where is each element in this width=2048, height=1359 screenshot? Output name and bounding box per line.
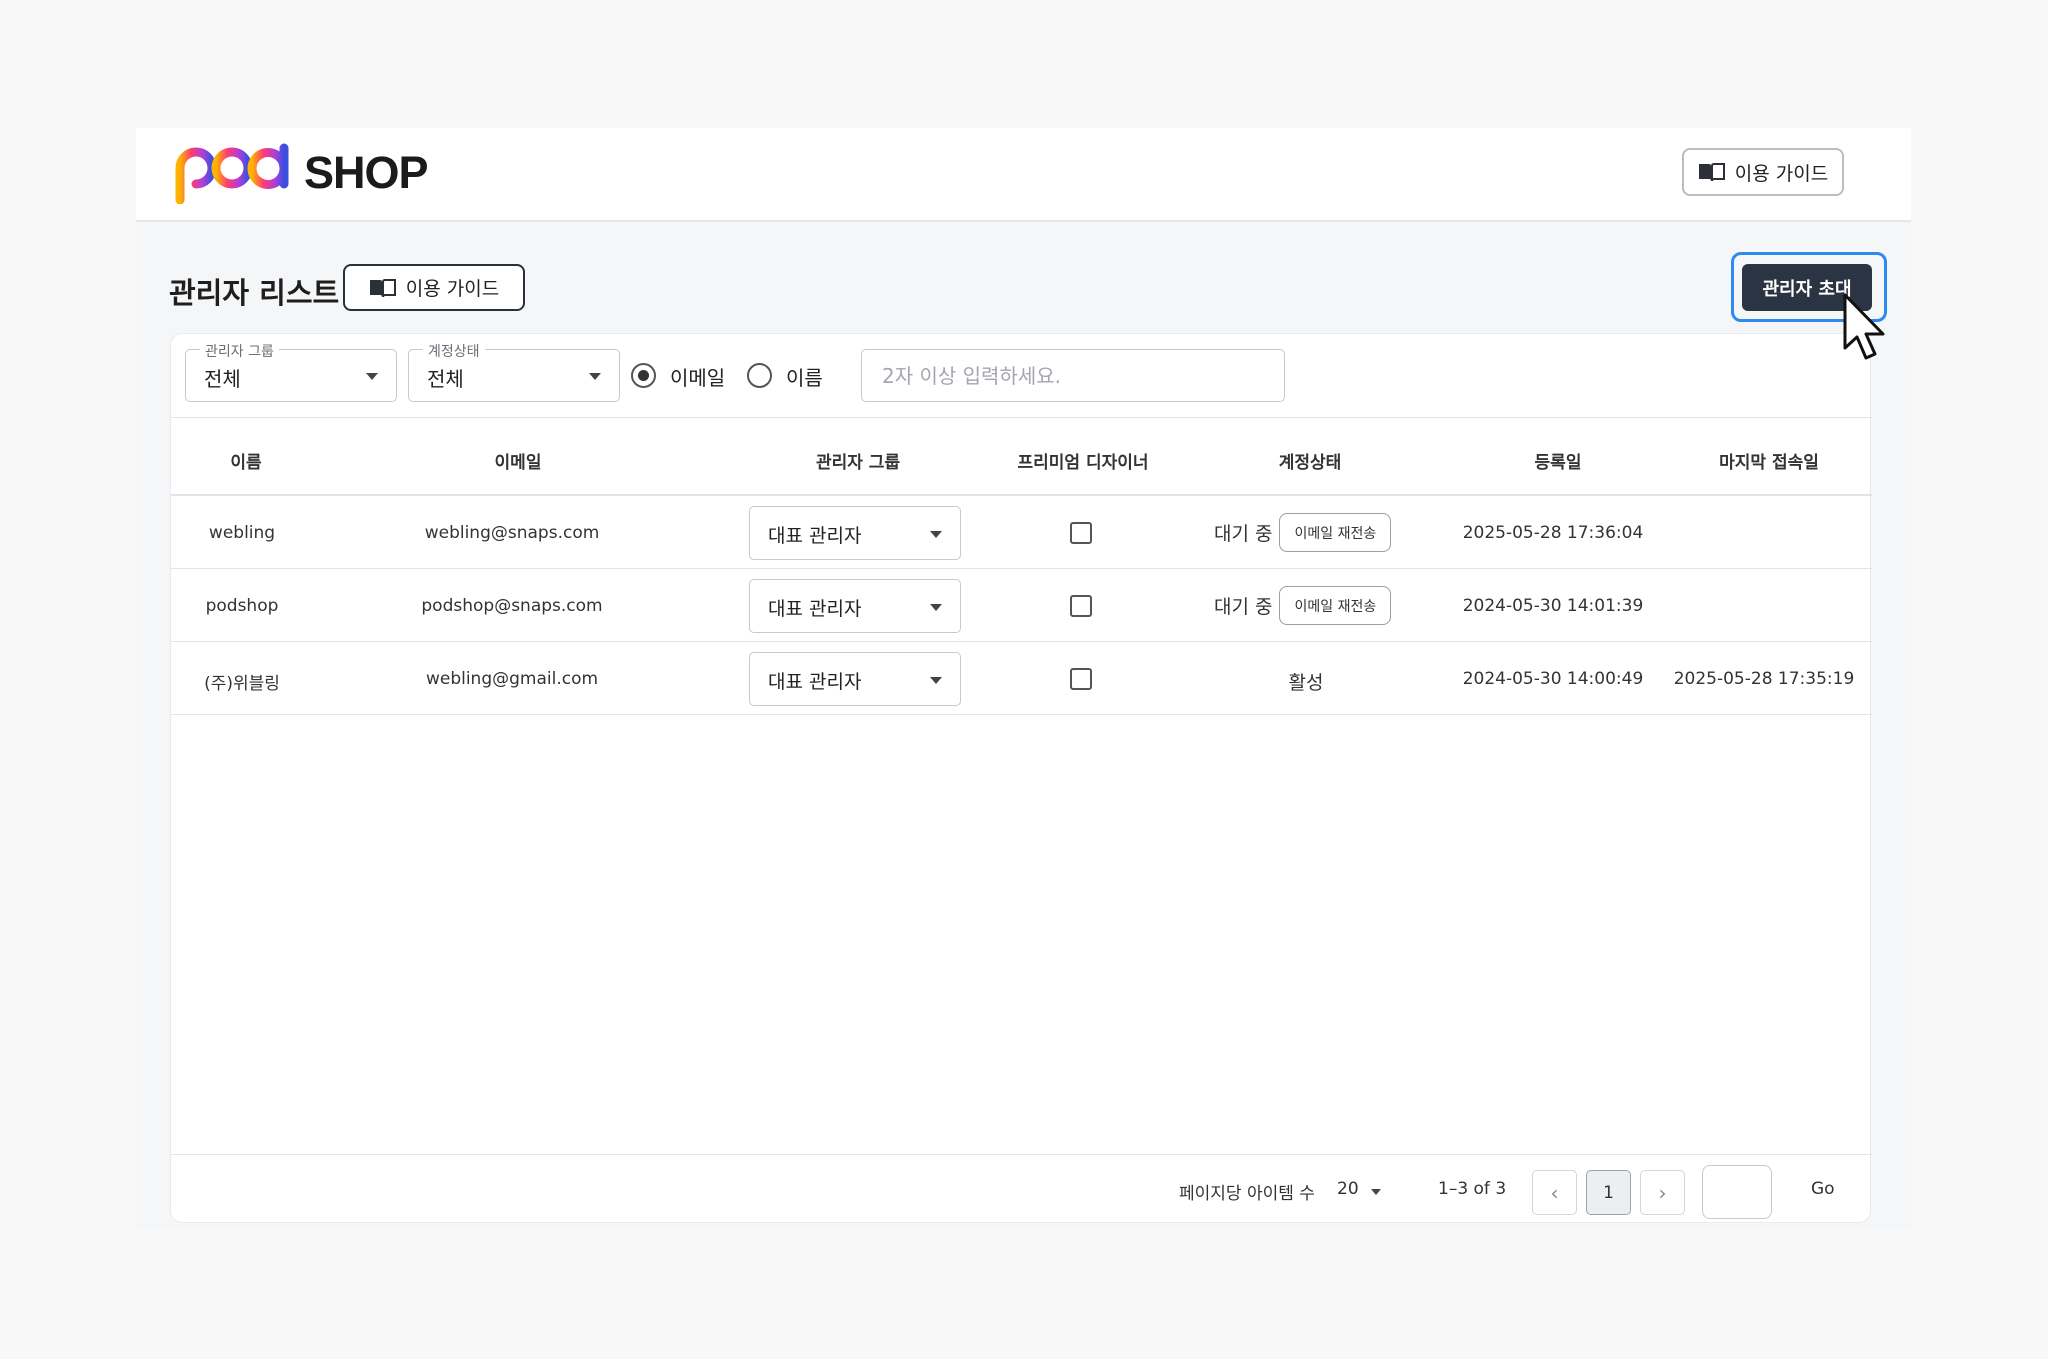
mouse-pointer-icon [1843, 293, 1885, 360]
search-input[interactable] [861, 349, 1285, 402]
radio-email-label: 이메일 [670, 366, 726, 390]
radio-email[interactable] [631, 363, 656, 388]
chevron-right-icon: › [1658, 1180, 1667, 1205]
cell-email: webling@gmail.com [425, 669, 599, 689]
group-filter-legend: 관리자 그룹 [200, 341, 279, 361]
page-jump-input[interactable] [1702, 1165, 1772, 1219]
cell-last-login: 2025-05-28 17:35:19 [1673, 669, 1855, 689]
column-header-registered[interactable]: 등록일 [1535, 448, 1582, 473]
prev-page-button[interactable]: ‹ [1532, 1170, 1577, 1215]
resend-email-button[interactable]: 이메일 재전송 [1279, 586, 1392, 625]
cell-status: 대기 중 이메일 재전송 [1214, 586, 1392, 625]
cell-name: webling [208, 523, 276, 543]
column-header-group[interactable]: 관리자 그룹 [816, 448, 900, 473]
title-guide-button[interactable]: 이용 가이드 [343, 264, 525, 311]
chevron-down-icon [930, 531, 942, 538]
cell-group-select[interactable]: 대표 관리자 [749, 652, 961, 706]
per-page-select[interactable]: 20 [1331, 1169, 1391, 1213]
table-row[interactable]: podshop podshop@snaps.com 대표 관리자 대기 중 이메… [171, 569, 1872, 642]
cell-registered: 2024-05-30 14:01:39 [1462, 596, 1644, 616]
premium-checkbox[interactable] [1070, 595, 1092, 617]
per-page-value: 20 [1337, 1179, 1359, 1199]
header-guide-label: 이용 가이드 [1734, 162, 1829, 185]
header: SHOP 이용 가이드 [136, 128, 1911, 222]
cell-registered: 2025-05-28 17:36:04 [1462, 523, 1644, 543]
cell-status: 대기 중 이메일 재전송 [1214, 513, 1392, 552]
filter-bar: 관리자 그룹 전체 계정상태 전체 이메일 이름 [171, 334, 1872, 418]
page-title: 관리자 리스트 [169, 276, 340, 310]
chevron-down-icon [1371, 1189, 1381, 1195]
status-text: 활성 [1288, 672, 1324, 694]
table-row[interactable]: webling webling@snaps.com 대표 관리자 대기 중 이메… [171, 496, 1872, 569]
podshop-logo[interactable]: SHOP [172, 142, 429, 204]
cell-name: (주)위블링 [204, 674, 280, 694]
per-page-label: 페이지당 아이템 수 [1179, 1184, 1315, 1204]
pagination-bar: 페이지당 아이템 수 20 1–3 of 3 ‹ 1 › Go [171, 1154, 1872, 1224]
logo-shop-text: SHOP [304, 147, 429, 198]
status-filter-select[interactable]: 계정상태 전체 [408, 341, 620, 402]
chevron-down-icon [366, 373, 378, 380]
status-text: 대기 중 [1214, 596, 1273, 618]
app-window: SHOP 이용 가이드 관리자 리스트 이용 가이드 관리자 초대 관리자 그룹… [136, 128, 1911, 1229]
table-header: 이름 이메일 관리자 그룹 프리미엄 디자이너 계정상태 등록일 마지막 접속일 [171, 418, 1872, 496]
book-icon [1698, 163, 1725, 182]
cell-group-select[interactable]: 대표 관리자 [749, 579, 961, 633]
radio-name-label: 이름 [786, 366, 823, 390]
group-filter-value: 전체 [204, 367, 241, 391]
column-header-last-login[interactable]: 마지막 접속일 [1719, 448, 1819, 473]
table-row[interactable]: (주)위블링 webling@gmail.com 대표 관리자 활성 2024-… [171, 642, 1872, 715]
cell-registered: 2024-05-30 14:00:49 [1462, 669, 1644, 689]
cell-email: podshop@snaps.com [421, 596, 603, 616]
column-header-email[interactable]: 이메일 [495, 448, 542, 473]
column-header-name[interactable]: 이름 [230, 448, 261, 473]
admin-list-card: 관리자 그룹 전체 계정상태 전체 이메일 이름 이름 이메일 관리자 그룹 프… [170, 333, 1872, 1224]
cell-group-value: 대표 관리자 [768, 598, 862, 620]
chevron-down-icon [589, 373, 601, 380]
next-page-button[interactable]: › [1640, 1170, 1685, 1215]
chevron-left-icon: ‹ [1550, 1180, 1559, 1205]
radio-name[interactable] [747, 363, 772, 388]
pod-logo-mark [175, 143, 289, 204]
chevron-down-icon [930, 677, 942, 684]
status-text: 대기 중 [1214, 523, 1273, 545]
page-number-button[interactable]: 1 [1586, 1170, 1631, 1215]
cell-group-select[interactable]: 대표 관리자 [749, 506, 961, 560]
premium-checkbox[interactable] [1070, 668, 1092, 690]
page-range: 1–3 of 3 [1438, 1179, 1507, 1199]
cell-name: podshop [205, 596, 279, 616]
cell-group-value: 대표 관리자 [768, 671, 862, 693]
resend-email-button[interactable]: 이메일 재전송 [1279, 513, 1392, 552]
go-button[interactable]: Go [1811, 1179, 1835, 1199]
cell-email: webling@snaps.com [424, 523, 600, 543]
title-guide-label: 이용 가이드 [405, 278, 500, 300]
chevron-down-icon [930, 604, 942, 611]
book-icon [369, 278, 396, 297]
status-filter-legend: 계정상태 [423, 341, 485, 361]
cell-group-value: 대표 관리자 [768, 525, 862, 547]
status-filter-value: 전체 [427, 367, 464, 391]
column-header-status[interactable]: 계정상태 [1279, 448, 1342, 473]
column-header-premium[interactable]: 프리미엄 디자이너 [1017, 448, 1148, 473]
header-guide-button[interactable]: 이용 가이드 [1682, 148, 1844, 196]
premium-checkbox[interactable] [1070, 522, 1092, 544]
group-filter-select[interactable]: 관리자 그룹 전체 [185, 341, 397, 402]
